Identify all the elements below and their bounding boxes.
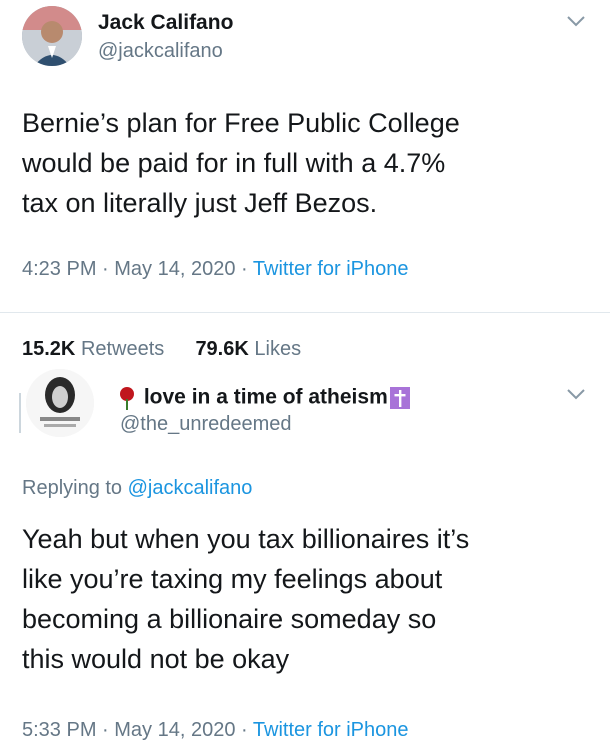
display-name[interactable]: Jack Califano (98, 11, 233, 35)
display-name: love in a time of atheism (143, 385, 388, 409)
avatar-photo (22, 6, 82, 66)
tweet-text: Bernie’s plan for Free Public College wo… (22, 108, 460, 218)
main-tweet: Jack Califano @jackcalifano Bernie’s pla… (0, 0, 610, 330)
latin-cross-icon (389, 387, 410, 409)
tweet-time: 5:33 PM (22, 719, 97, 741)
tweet-source-link[interactable]: Twitter for iPhone (253, 258, 409, 280)
chevron-down-icon[interactable] (566, 387, 586, 401)
tweet-timestamp[interactable]: 4:23 PM · May 14, 2020 · Twitter for iPh… (22, 258, 409, 281)
tweet-stats: 15.2K Retweets 79.6K Likes (22, 338, 301, 361)
retweets-label: Retweets (80, 338, 165, 360)
user-handle[interactable]: @the_unredeemed (120, 413, 292, 436)
likes-count: 79.6K (195, 338, 249, 360)
chevron-down-icon[interactable] (566, 14, 586, 28)
retweets-count: 15.2K (22, 338, 76, 360)
thread-line (19, 393, 21, 433)
user-handle[interactable]: @jackcalifano (98, 40, 223, 63)
avatar-photo (26, 369, 94, 437)
meta-separator: · (96, 719, 115, 741)
divider (0, 312, 610, 313)
meta-separator: · (96, 258, 115, 280)
tweet-date: May 14, 2020 (114, 719, 236, 741)
tweet-text: Yeah but when you tax billionaires it’s … (22, 524, 470, 674)
tweet-time: 4:23 PM (22, 258, 97, 280)
replying-to: Replying to @jackcalifano (22, 477, 252, 500)
meta-separator: · (235, 719, 253, 741)
meta-separator: · (235, 258, 253, 280)
avatar[interactable] (26, 369, 94, 437)
replying-prefix: Replying to (22, 477, 123, 499)
display-name-row[interactable]: love in a time of atheism (116, 385, 410, 411)
rose-emoji-icon (120, 387, 134, 410)
retweets-stat[interactable]: 15.2K Retweets (22, 338, 164, 360)
likes-stat[interactable]: 79.6K Likes (195, 338, 301, 360)
tweet-date: May 14, 2020 (114, 258, 236, 280)
tweet-source-link[interactable]: Twitter for iPhone (253, 719, 409, 741)
avatar[interactable] (22, 6, 82, 66)
likes-label: Likes (254, 338, 302, 360)
reply-tweet: love in a time of atheism @the_unredeeme… (0, 365, 610, 753)
tweet-timestamp[interactable]: 5:33 PM · May 14, 2020 · Twitter for iPh… (22, 719, 409, 742)
replying-handle-link[interactable]: @jackcalifano (128, 477, 253, 499)
